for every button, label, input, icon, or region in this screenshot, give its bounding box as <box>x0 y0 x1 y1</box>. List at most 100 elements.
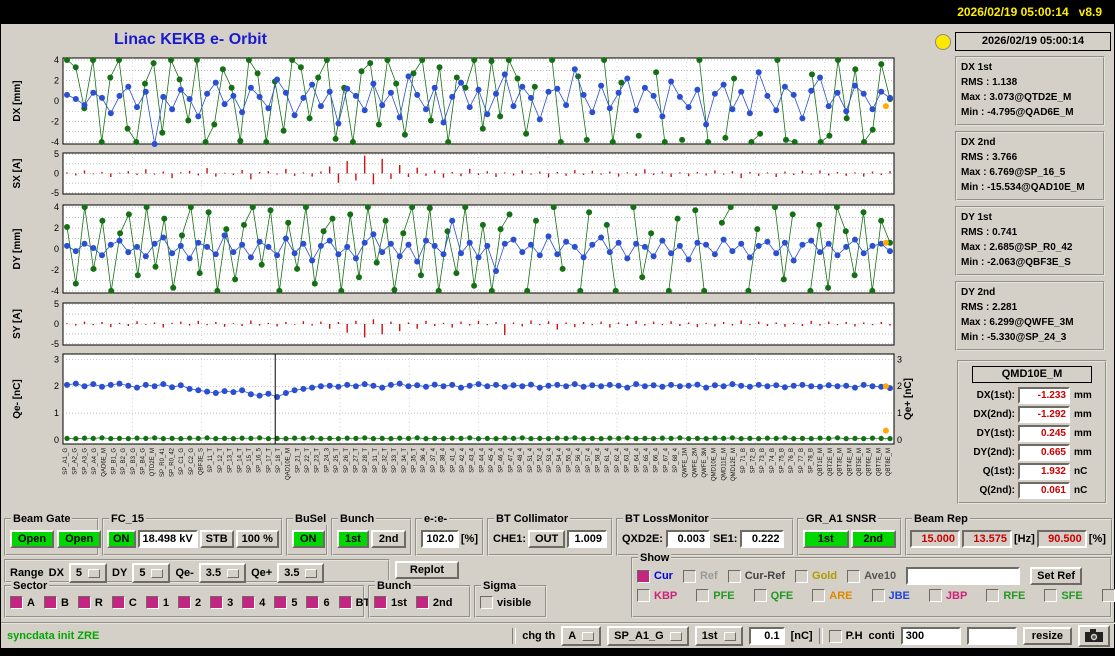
threshold-entry[interactable]: 0.1 <box>748 627 785 645</box>
range-items: DX 5 DY 5 Qe- 3.5 Qe+ 3.5 <box>49 563 325 583</box>
svg-text:SP_58_4: SP_58_4 <box>596 447 602 472</box>
svg-text:SP_68_4: SP_68_4 <box>673 447 679 472</box>
checkbox-label: QFE <box>770 589 794 602</box>
show-qfe-checkbox[interactable]: QFE <box>753 589 794 602</box>
qxd2e-value: 0.003 <box>665 530 710 548</box>
stat-line: DX 2nd <box>961 137 996 148</box>
svg-text:SP_78_B: SP_78_B <box>809 448 815 473</box>
sector-bt-checkbox[interactable]: BT <box>338 596 370 609</box>
che1-out-button[interactable]: OUT <box>528 530 566 548</box>
svg-text:SP_63_4: SP_63_4 <box>625 447 631 472</box>
checkbox-indicator <box>374 596 387 609</box>
readout-value: 0.061 <box>1018 482 1070 499</box>
fc15-percent-button[interactable]: 100 % <box>235 530 279 548</box>
bunch-select-menu[interactable]: 1st <box>694 626 743 646</box>
dx-plot[interactable]: DX [mm] 4 2 0 -2 -4 <box>9 55 914 147</box>
readout-unit: mm <box>1074 447 1092 458</box>
sector-r-checkbox[interactable]: R <box>77 596 103 609</box>
svg-text:QBT2E_M: QBT2E_M <box>828 448 834 476</box>
sigma-visible-checkbox[interactable]: visible <box>480 596 531 609</box>
readout-label: DY(1st): <box>976 428 1015 439</box>
interval-entry[interactable]: 300 <box>900 627 961 645</box>
svg-text:QAD10E_M: QAD10E_M <box>286 448 292 480</box>
ee-ratio-unit: [%] <box>460 533 478 545</box>
set-ref-button[interactable]: Set Ref <box>1030 567 1083 585</box>
qe-plot[interactable]: Qe- [nC] 3 2 1 0 3 2 1 0 Qe+ [nC] <box>9 353 914 445</box>
ph-checkbox[interactable]: P.H <box>828 629 863 643</box>
bunch-2nd-checkbox[interactable]: 2nd <box>415 596 452 609</box>
menu-indicator <box>669 631 682 641</box>
sector-3-checkbox[interactable]: 3 <box>210 596 233 609</box>
svg-text:QWFE_1M: QWFE_1M <box>683 448 689 478</box>
range-qe--label: Qe+ <box>251 567 273 579</box>
checkbox-indicator <box>306 596 320 609</box>
busel-on-button[interactable]: ON <box>292 530 325 548</box>
beam-gate-open-2-button[interactable]: Open <box>57 530 102 548</box>
readout-label: DX(1st): <box>976 390 1015 401</box>
svg-text:SP_11_T: SP_11_T <box>208 448 214 473</box>
show-pfe-checkbox[interactable]: PFE <box>696 589 735 602</box>
show-sfe-checkbox[interactable]: SFE <box>1044 589 1083 602</box>
replot-button[interactable]: Replot <box>395 561 459 579</box>
aux-entry[interactable] <box>966 627 1017 645</box>
svg-text:4: 4 <box>54 55 59 65</box>
svg-text:SP_42_4: SP_42_4 <box>460 447 466 472</box>
checkbox-indicator <box>727 569 741 583</box>
fc15-stb-button[interactable]: STB <box>199 530 234 548</box>
bpm-readout-row: DY(1st): 0.245 mm <box>959 424 1105 443</box>
gr-snsr-2nd-button[interactable]: 2nd <box>850 530 896 548</box>
sector-5-checkbox[interactable]: 5 <box>274 596 297 609</box>
svg-text:SP_18_T: SP_18_T <box>276 448 282 473</box>
show-jbe-checkbox[interactable]: JBE <box>871 589 910 602</box>
show-jbp-checkbox[interactable]: JBP <box>928 589 968 602</box>
sector-4-checkbox[interactable]: 4 <box>242 596 265 609</box>
range-dx-menu[interactable]: 5 <box>68 563 108 583</box>
sector-c-checkbox[interactable]: C <box>111 596 137 609</box>
sector-a-checkbox[interactable]: A <box>10 596 35 609</box>
bt-collimator-group: BT Collimator CHE1: OUT 1.009 <box>487 513 613 556</box>
gr-snsr-1st-button[interactable]: 1st <box>803 530 849 548</box>
svg-text:SP_51_4: SP_51_4 <box>528 447 534 472</box>
show-zre-checkbox[interactable]: ZRE <box>1101 589 1115 602</box>
show-rfe-checkbox[interactable]: RFE <box>986 589 1025 602</box>
svg-text:SP_47_4: SP_47_4 <box>508 447 514 472</box>
beam-gate-open-1-button[interactable]: Open <box>10 530 55 548</box>
threshold-scope-menu[interactable]: A <box>561 626 602 646</box>
ref-name-entry[interactable] <box>906 567 1021 585</box>
chg-th-label: chg th <box>522 630 556 642</box>
fc15-on-button[interactable]: ON <box>107 530 136 548</box>
checkbox-indicator <box>986 589 1000 602</box>
snapshot-button[interactable] <box>1078 625 1110 647</box>
svg-text:SP_55_4: SP_55_4 <box>567 447 573 472</box>
svg-text:DX [mm]: DX [mm] <box>12 80 23 121</box>
bunch-1st-checkbox[interactable]: 1st <box>374 596 407 609</box>
sector-6-checkbox[interactable]: 6 <box>306 596 330 609</box>
stat-line: DX 1st <box>961 62 993 73</box>
bpm-select-menu[interactable]: SP_A1_G <box>607 626 689 646</box>
dy-plot[interactable]: DY [mm] 4 2 0 -2 -4 <box>9 202 914 296</box>
svg-text:3: 3 <box>897 354 902 364</box>
range-dy-menu[interactable]: 5 <box>132 563 171 583</box>
svg-text:QMD11E_M: QMD11E_M <box>721 448 727 481</box>
sector-b-checkbox[interactable]: B <box>43 596 69 609</box>
resize-button[interactable]: resize <box>1022 627 1072 645</box>
sector-1-checkbox[interactable]: 1 <box>145 596 169 609</box>
show-gold-checkbox[interactable]: Gold <box>795 569 837 583</box>
show-kbp-checkbox[interactable]: KBP <box>637 589 677 602</box>
show-cur-ref-checkbox[interactable]: Cur-Ref <box>727 569 785 583</box>
bunch-2nd-button[interactable]: 2nd <box>370 530 407 548</box>
sector-2-checkbox[interactable]: 2 <box>177 596 201 609</box>
show-ref-checkbox[interactable]: Ref <box>682 569 718 583</box>
bunch-1st-button[interactable]: 1st <box>337 530 369 548</box>
checkbox-label: C <box>128 596 137 609</box>
sy-plot[interactable]: SY [A] 5 0 -5 <box>9 299 914 349</box>
show-ave10-checkbox[interactable]: Ave10 <box>847 569 896 583</box>
range-qe--menu[interactable]: 3.5 <box>198 563 247 583</box>
checkbox-label: JBP <box>945 589 968 602</box>
fc15-group: FC_15 ON 18.498 kV STB 100 % <box>102 513 283 556</box>
checkbox-indicator <box>637 569 650 583</box>
show-are-checkbox[interactable]: ARE <box>812 589 853 602</box>
sx-plot[interactable]: SX [A] 5 0 -5 <box>9 149 914 198</box>
range-qe--menu[interactable]: 3.5 <box>277 563 325 583</box>
show-cur-checkbox[interactable]: Cur <box>637 569 673 583</box>
